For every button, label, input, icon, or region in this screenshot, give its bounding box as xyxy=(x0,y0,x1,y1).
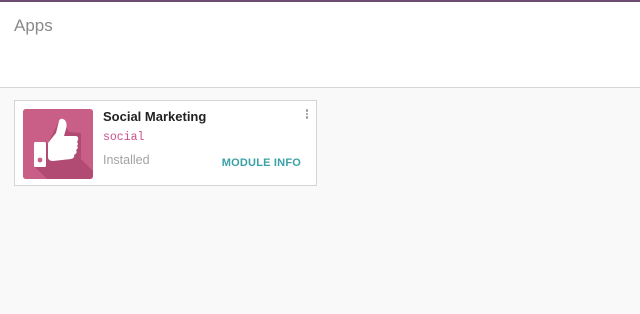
page-title: Apps xyxy=(14,16,53,35)
kanban-view: Social Marketing social Installed MODULE… xyxy=(0,88,640,314)
module-name: Social Marketing xyxy=(103,109,207,124)
control-panel: Apps xyxy=(0,2,640,88)
module-info-button[interactable]: MODULE INFO xyxy=(222,156,301,170)
app-card[interactable]: Social Marketing social Installed MODULE… xyxy=(14,100,317,186)
thumbs-up-icon xyxy=(23,109,93,179)
app-icon xyxy=(23,109,93,179)
module-status: Installed xyxy=(103,153,150,167)
module-technical-name: social xyxy=(103,131,145,144)
kebab-menu-icon[interactable] xyxy=(304,109,310,121)
